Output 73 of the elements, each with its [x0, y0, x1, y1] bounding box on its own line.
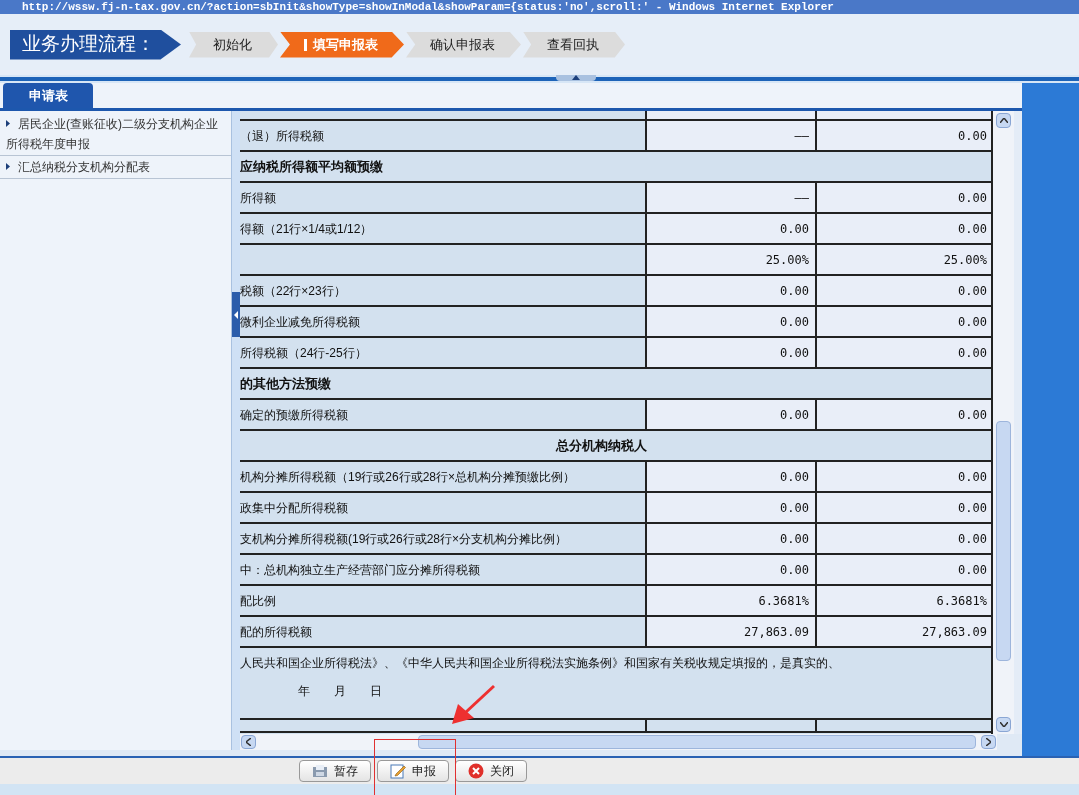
process-step: 初始化 — [189, 31, 278, 58]
triangle-icon — [6, 120, 10, 127]
scroll-left-icon[interactable] — [246, 738, 251, 746]
process-step: 填写申报表 — [280, 31, 404, 58]
collapse-handle[interactable] — [556, 75, 596, 81]
table-cell: 0.00 — [645, 555, 815, 584]
table-cell: 0.00 — [815, 524, 991, 553]
scroll-up-icon[interactable] — [999, 118, 1008, 123]
window-title: http://wssw.fj-n-tax.gov.cn/?action=sbInit&showType=showInModal&showParam={status:'no',scroll:' - Windows Internet Explorer — [21, 0, 834, 14]
tab[interactable]: 申请表 — [3, 83, 93, 108]
table-cell: 0.00 — [645, 307, 815, 336]
table-cell: 0.00 — [645, 493, 815, 522]
table-cell-text: 得额（21行×1/4或1/12） — [240, 220, 374, 238]
table-cell: 0.00 — [645, 400, 815, 429]
splitter-handle[interactable] — [232, 292, 240, 337]
section-heading: 应纳税所得额平均额预缴 — [240, 157, 384, 176]
table-cell: 27,863.09 — [645, 617, 815, 646]
scroll-right-icon[interactable] — [986, 738, 991, 746]
close-icon — [468, 763, 484, 779]
section-heading: 的其他方法预缴 — [240, 374, 332, 393]
table-cell-text: 所得额 — [240, 189, 277, 207]
pencil-edit-icon — [390, 763, 406, 779]
table-cell: 27,863.09 — [815, 617, 991, 646]
step-marker-icon — [304, 38, 307, 51]
sidebar-item[interactable]: 居民企业(查账征收)二级分支机构企业所得税年度申报 — [0, 113, 231, 156]
table-cell: 0.00 — [645, 214, 815, 243]
horizontal-scrollbar[interactable] — [240, 734, 997, 750]
triangle-icon — [6, 163, 10, 170]
table-cell-text: 支机构分摊所得税额(19行或26行或28行×分支机构分摊比例） — [240, 530, 569, 548]
table-cell: 0.00 — [815, 400, 991, 429]
table-cell: 25.00% — [645, 245, 815, 274]
table-cell: 0.00 — [815, 183, 991, 212]
date-text: 年 月 日 — [297, 683, 382, 700]
process-label: 业务办理流程： — [10, 29, 181, 60]
scroll-down-icon[interactable] — [999, 722, 1008, 727]
table-cell-text: 税额（22行×23行） — [240, 282, 347, 300]
annotation-arrow — [450, 684, 496, 726]
table-cell: 0.00 — [815, 307, 991, 336]
table-cell-text: 所得税额（24行-25行） — [240, 344, 368, 362]
table-cell: 6.3681% — [815, 586, 991, 615]
table-cell: 0.00 — [645, 524, 815, 553]
caret-left-icon — [234, 310, 238, 319]
table-cell: 0.00 — [815, 493, 991, 522]
table-cell: 6.3681% — [645, 586, 815, 615]
table-cell: 25.00% — [815, 245, 991, 274]
sidebar-item[interactable]: 汇总纳税分支机构分配表 — [0, 156, 231, 179]
table-cell-text: 政集中分配所得税额 — [240, 499, 349, 517]
process-step: 确认申报表 — [406, 31, 521, 58]
table-cell: 0.00 — [815, 121, 991, 150]
table-cell: 0.00 — [815, 555, 991, 584]
table-cell-text: 配比例 — [240, 592, 277, 610]
table-cell: 0.00 — [645, 462, 815, 491]
save-button[interactable]: 暂存 — [299, 760, 371, 782]
table-cell-text: 机构分摊所得税额（19行或26行或28行×总机构分摊预缴比例） — [240, 468, 577, 486]
vertical-scrollbar[interactable] — [993, 111, 1014, 734]
table-cell: 0.00 — [645, 338, 815, 367]
close-button[interactable]: 关闭 — [455, 760, 527, 782]
submit-button[interactable]: 申报 — [377, 760, 449, 782]
table-cell-text: （退）所得税额 — [240, 127, 325, 145]
table-cell-text: 中：总机构独立生产经营部门应分摊所得税额 — [240, 561, 481, 579]
table-cell: 0.00 — [815, 462, 991, 491]
section-heading: 总分机构纳税人 — [554, 436, 648, 455]
table-cell-text: 确定的预缴所得税额 — [240, 406, 349, 424]
declaration-text: 人民共和国企业所得税法》、《中华人民共和国企业所得税法实施条例》和国家有关税收规定填报的，是真实的、 — [240, 655, 841, 672]
table-cell-text: 微利企业减免所得税额 — [240, 313, 361, 331]
table-cell-text: 配的所得税额 — [240, 623, 313, 641]
table-cell: 0.00 — [815, 214, 991, 243]
table-cell: 0.00 — [815, 276, 991, 305]
table-cell: 0.00 — [645, 276, 815, 305]
table-cell: 0.00 — [815, 338, 991, 367]
process-step: 查看回执 — [523, 31, 625, 58]
table-cell: —— — [645, 183, 815, 212]
table-cell: —— — [645, 121, 815, 150]
